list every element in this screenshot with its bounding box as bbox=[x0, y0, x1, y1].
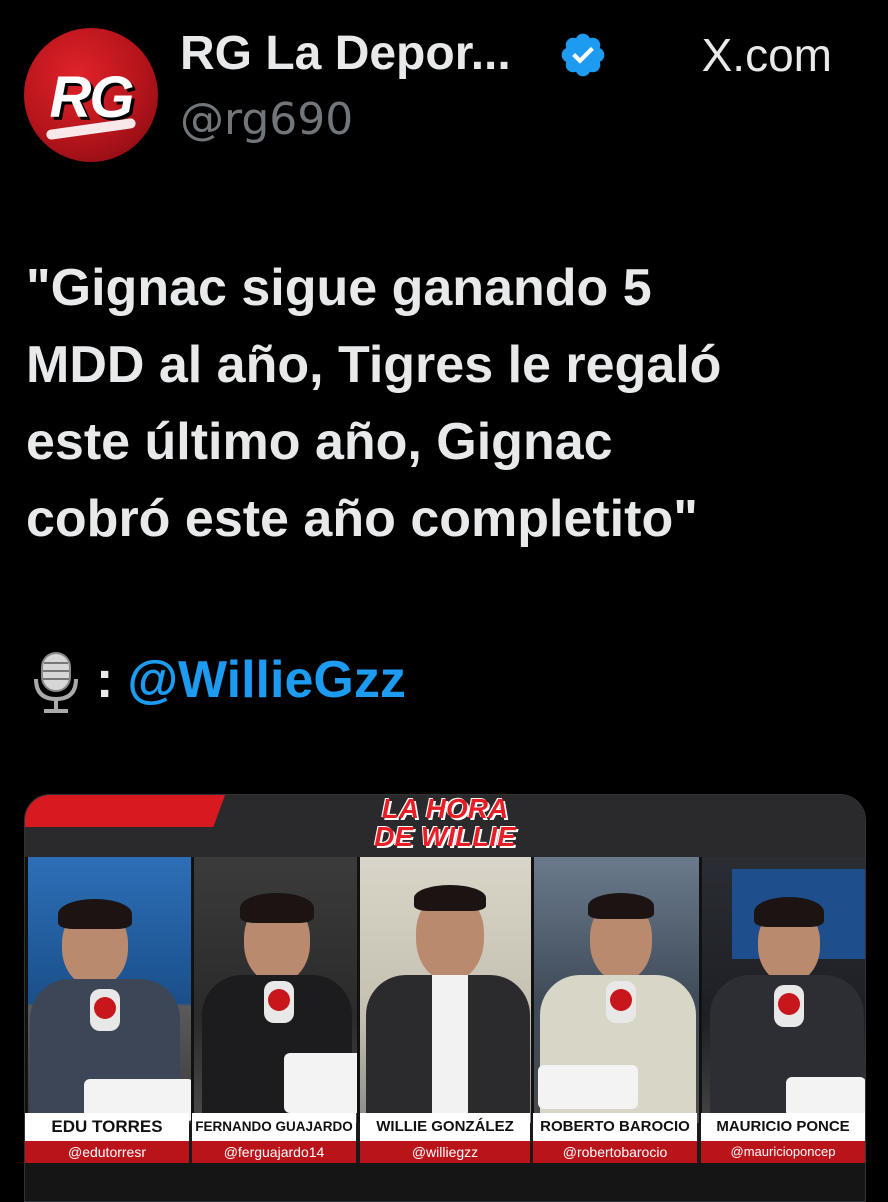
panelist-video-3 bbox=[357, 857, 534, 1123]
panelist-handle-5: @mauricioponcep bbox=[701, 1141, 865, 1163]
verified-badge-icon bbox=[561, 33, 605, 77]
panelist-video-5 bbox=[699, 857, 865, 1123]
user-handle[interactable]: @rg690 bbox=[180, 94, 353, 145]
tweet-line: MDD al año, Tigres le regaló bbox=[26, 336, 722, 394]
panelist-handle-1: @edutorresr bbox=[25, 1141, 189, 1163]
panelist-name-4: ROBERTO BAROCIO bbox=[533, 1113, 697, 1141]
tweet-body: "Gignac sigue ganando 5 MDD al año, Tigr… bbox=[26, 250, 866, 558]
show-title-line1: LA HORA bbox=[381, 794, 509, 824]
panelist-name-3: WILLIE GONZÁLEZ bbox=[360, 1113, 530, 1141]
video-thumbnail[interactable]: LA HORA DE WILLIE EDU TORRES @edutorresr… bbox=[24, 794, 866, 1202]
mention-line: : @WillieGzz bbox=[30, 650, 406, 720]
tweet-header: RG RG La Depor... @rg690 X.com bbox=[0, 0, 888, 200]
mention-link[interactable]: @WillieGzz bbox=[127, 651, 405, 709]
panelist-handle-3: @williegzz bbox=[360, 1141, 530, 1163]
panelist-handle-4: @robertobarocio bbox=[533, 1141, 697, 1163]
panelist-name-1: EDU TORRES bbox=[25, 1113, 189, 1141]
panelist-name-2: FERNANDO GUAJARDO bbox=[192, 1113, 356, 1141]
tweet-line: este último año, Gignac bbox=[26, 413, 613, 471]
display-name[interactable]: RG La Depor... bbox=[180, 26, 511, 81]
panelist-video-4 bbox=[531, 857, 702, 1123]
panelist-handle-2: @ferguajardo14 bbox=[192, 1141, 356, 1163]
microphone-icon bbox=[34, 652, 78, 714]
panelist-name-5: MAURICIO PONCE bbox=[701, 1113, 865, 1141]
show-title-line2: DE WILLIE bbox=[374, 821, 516, 852]
show-title: LA HORA DE WILLIE bbox=[355, 795, 535, 851]
media-bottom-bar bbox=[25, 1163, 865, 1201]
panelist-video-2 bbox=[191, 857, 360, 1123]
panelist-video-1 bbox=[25, 857, 194, 1123]
avatar-logo-text: RG bbox=[49, 65, 135, 130]
tweet-line: cobró este año completito" bbox=[26, 490, 698, 548]
source-site-label: X.com bbox=[701, 29, 832, 81]
mention-separator: : bbox=[96, 651, 114, 709]
media-red-strip bbox=[25, 795, 226, 827]
tweet-line: "Gignac sigue ganando 5 bbox=[26, 259, 652, 317]
profile-avatar[interactable]: RG bbox=[24, 28, 158, 162]
